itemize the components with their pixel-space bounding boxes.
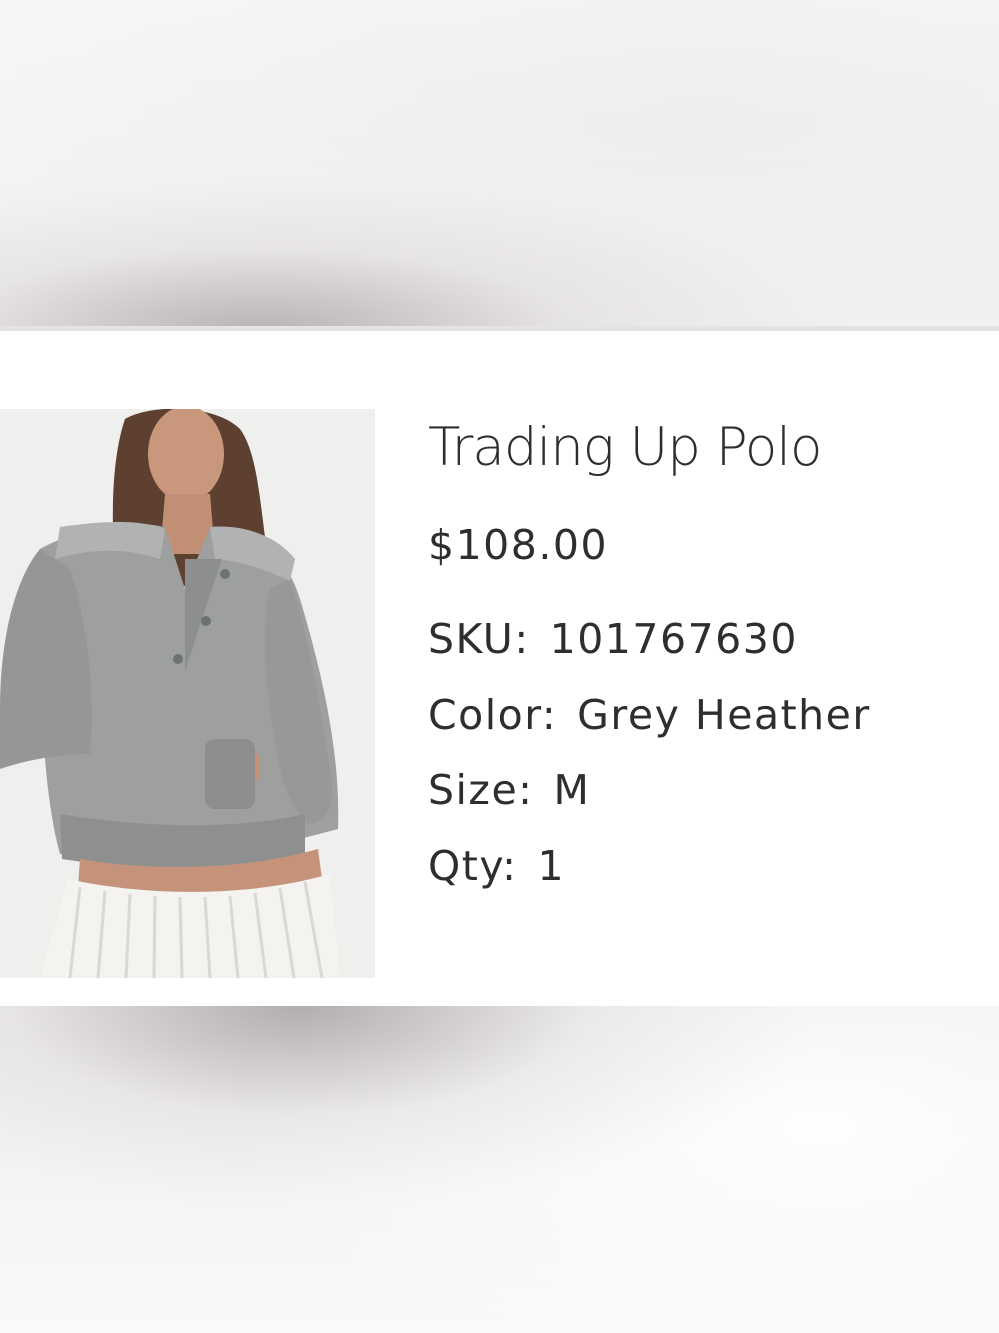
product-price: $108.00 [428, 521, 609, 569]
qty-label: Qty: [428, 842, 518, 890]
size-label: Size: [428, 766, 534, 814]
quantity-line: Qty: 1 [428, 842, 565, 890]
product-name[interactable]: Trading Up Polo [428, 417, 822, 478]
product-image[interactable] [0, 409, 375, 978]
sku-line: SKU: 101767630 [428, 615, 798, 663]
size-value: M [553, 766, 591, 814]
color-label: Color: [428, 691, 558, 739]
order-item-card: Trading Up Polo $108.00 SKU: 101767630 Co… [0, 331, 999, 1006]
color-line: Color: Grey Heather [428, 691, 871, 739]
size-line: Size: M [428, 766, 590, 814]
blurred-background-top [0, 0, 999, 326]
blurred-background-bottom [0, 1006, 999, 1333]
order-item-screen: Trading Up Polo $108.00 SKU: 101767630 Co… [0, 0, 999, 1333]
qty-value: 1 [537, 842, 566, 890]
color-value: Grey Heather [577, 691, 871, 739]
sku-label: SKU: [428, 615, 530, 663]
sku-value: 101767630 [549, 615, 798, 663]
